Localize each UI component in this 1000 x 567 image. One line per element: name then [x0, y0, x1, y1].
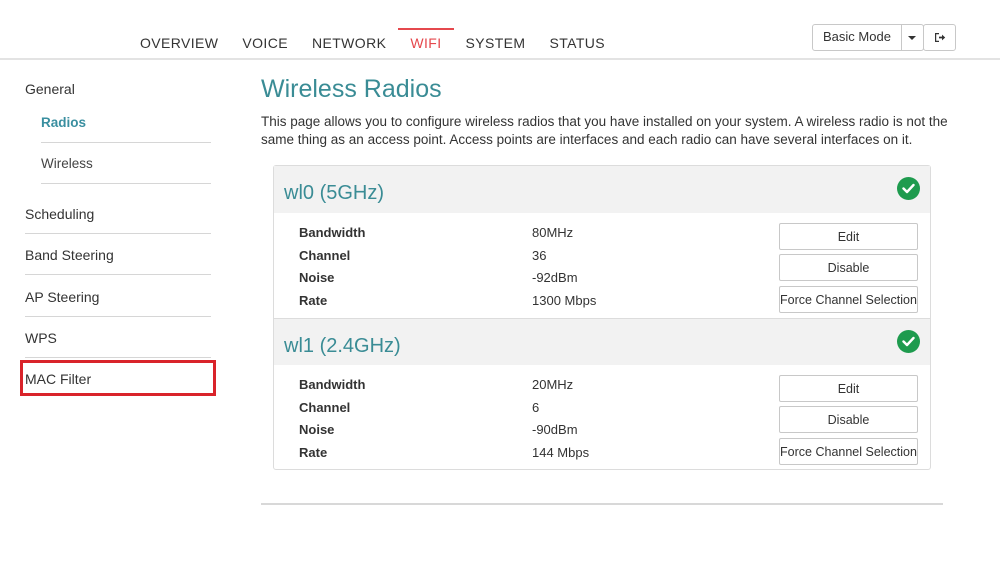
force-channel-selection-button[interactable]: Force Channel Selection [779, 438, 918, 465]
rate-label: Rate [299, 293, 328, 308]
sidebar-item-radios[interactable]: Radios [41, 115, 86, 130]
radios-panel: wl0 (5GHz) Bandwidth 80MHz Channel 36 No… [273, 165, 931, 470]
channel-label: Channel [299, 248, 351, 263]
bandwidth-value: 80MHz [532, 225, 574, 240]
checkmark-icon [902, 183, 915, 194]
radio-name: wl1 (2.4GHz) [284, 335, 401, 357]
channel-value: 36 [532, 248, 547, 263]
radio-card: wl0 (5GHz) Bandwidth 80MHz Channel 36 No… [274, 166, 930, 318]
check-circle-icon [897, 330, 920, 353]
nav-wifi[interactable]: WIFI [398, 28, 454, 58]
sidebar-item-wps[interactable]: WPS [25, 330, 57, 346]
radio-header: wl1 (2.4GHz) [274, 318, 930, 365]
nav-voice[interactable]: VOICE [230, 28, 300, 58]
bandwidth-value: 20MHz [532, 377, 574, 392]
nav-overview[interactable]: OVERVIEW [128, 28, 230, 58]
sidebar-divider [41, 142, 211, 143]
disable-button[interactable]: Disable [779, 254, 918, 281]
nav-system[interactable]: SYSTEM [454, 28, 538, 58]
page-description: This page allows you to configure wirele… [261, 114, 948, 147]
disable-button[interactable]: Disable [779, 406, 918, 433]
page-title: Wireless Radios [261, 75, 442, 103]
check-circle-icon [897, 177, 920, 200]
radio-header: wl0 (5GHz) [274, 166, 930, 213]
noise-label: Noise [299, 422, 335, 437]
logout-button[interactable] [923, 24, 956, 51]
sidebar-item-band-steering[interactable]: Band Steering [25, 247, 114, 263]
rate-value: 144 Mbps [532, 445, 590, 460]
sidebar-item-wireless[interactable]: Wireless [41, 156, 93, 171]
sidebar-divider [25, 233, 211, 234]
top-bar: OVERVIEW VOICE NETWORK WIFI SYSTEM STATU… [0, 0, 1000, 60]
sidebar-divider [25, 274, 211, 275]
rate-value: 1300 Mbps [532, 293, 597, 308]
basic-mode-button[interactable]: Basic Mode [812, 24, 902, 51]
rate-label: Rate [299, 445, 328, 460]
sign-out-icon [934, 33, 945, 42]
noise-value: -92dBm [532, 270, 578, 285]
sidebar-divider [25, 316, 211, 317]
channel-label: Channel [299, 400, 351, 415]
radio-card: wl1 (2.4GHz) Bandwidth 20MHz Channel 6 N… [274, 318, 930, 470]
noise-value: -90dBm [532, 422, 578, 437]
sidebar-divider [25, 357, 211, 358]
radio-name: wl0 (5GHz) [284, 182, 385, 204]
sidebar-item-general[interactable]: General [25, 81, 75, 97]
channel-value: 6 [532, 400, 540, 415]
caret-down-icon [908, 35, 917, 40]
edit-button[interactable]: Edit [779, 223, 918, 250]
nav-network[interactable]: NETWORK [300, 28, 398, 58]
bandwidth-label: Bandwidth [299, 377, 366, 392]
mode-dropdown-toggle[interactable] [901, 24, 924, 51]
mac-filter-highlight-box [20, 360, 216, 396]
sidebar-item-ap-steering[interactable]: AP Steering [25, 289, 99, 305]
force-channel-selection-button[interactable]: Force Channel Selection [779, 286, 918, 313]
sidebar-divider [41, 183, 211, 184]
main-nav: OVERVIEW VOICE NETWORK WIFI SYSTEM STATU… [128, 28, 617, 58]
sidebar-item-scheduling[interactable]: Scheduling [25, 206, 94, 222]
checkmark-icon [902, 336, 915, 347]
nav-status[interactable]: STATUS [537, 28, 617, 58]
bandwidth-label: Bandwidth [299, 225, 366, 240]
mode-selector: Basic Mode [812, 24, 924, 51]
content-divider [261, 503, 943, 505]
noise-label: Noise [299, 270, 335, 285]
edit-button[interactable]: Edit [779, 375, 918, 402]
